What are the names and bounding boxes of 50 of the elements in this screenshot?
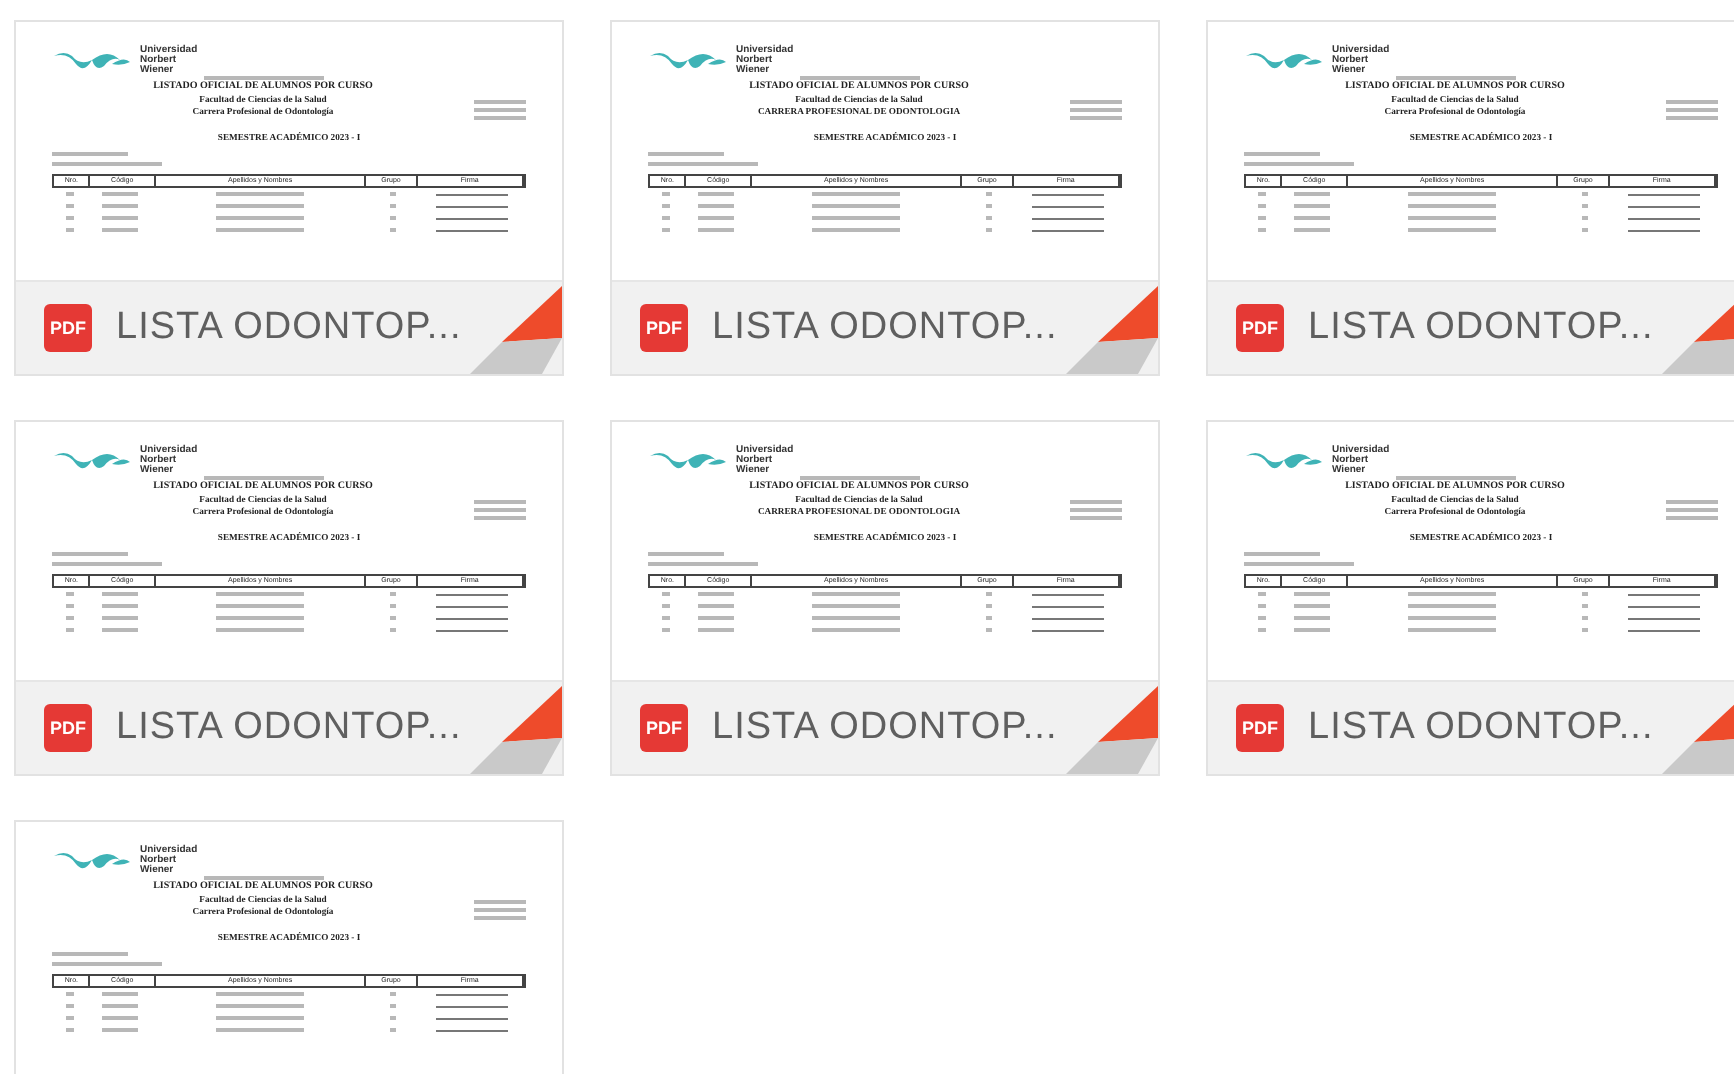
pdf-badge: PDF xyxy=(1236,704,1284,752)
signature-line xyxy=(1032,217,1105,219)
signature-line xyxy=(436,1005,509,1007)
file-card[interactable] xyxy=(14,20,564,376)
file-name: LISTA ODONTOP... xyxy=(712,306,1058,350)
signature-line xyxy=(1628,205,1701,207)
signature-line xyxy=(1032,629,1105,631)
signature-line xyxy=(1032,605,1105,607)
signature-line xyxy=(436,205,509,207)
page-curl-icon xyxy=(470,686,562,774)
signature-line xyxy=(1628,193,1701,195)
signature-line xyxy=(1032,617,1105,619)
signature-line xyxy=(1628,605,1701,607)
signature-line xyxy=(1032,229,1105,231)
file-card[interactable] xyxy=(610,420,1160,776)
pdf-badge: PDF xyxy=(1236,304,1284,352)
signature-line xyxy=(1628,217,1701,219)
signature-line xyxy=(436,617,509,619)
signature-line xyxy=(436,193,509,195)
signature-line xyxy=(1628,229,1701,231)
file-name: LISTA ODONTOP... xyxy=(116,706,462,750)
signature-line xyxy=(436,605,509,607)
signature-line xyxy=(436,629,509,631)
file-name: LISTA ODONTOP... xyxy=(1308,306,1654,350)
pdf-badge: PDF xyxy=(640,304,688,352)
file-name: LISTA ODONTOP... xyxy=(116,306,462,350)
signature-line xyxy=(436,593,509,595)
signature-line xyxy=(436,993,509,995)
pdf-badge: PDF xyxy=(44,304,92,352)
signature-line xyxy=(436,1029,509,1031)
signature-line xyxy=(1032,205,1105,207)
signature-line xyxy=(436,217,509,219)
signature-line xyxy=(436,1017,509,1019)
signature-line xyxy=(1628,593,1701,595)
page-curl-icon xyxy=(1066,286,1158,374)
file-card[interactable] xyxy=(1206,420,1734,776)
signature-line xyxy=(1032,193,1105,195)
pdf-badge: PDF xyxy=(640,704,688,752)
file-name: LISTA ODONTOP... xyxy=(1308,706,1654,750)
file-card[interactable] xyxy=(610,20,1160,376)
page-curl-icon xyxy=(1066,686,1158,774)
file-card[interactable] xyxy=(1206,20,1734,376)
file-card[interactable] xyxy=(14,420,564,776)
pdf-badge: PDF xyxy=(44,704,92,752)
signature-line xyxy=(1032,593,1105,595)
signature-line xyxy=(1628,617,1701,619)
signature-line xyxy=(436,229,509,231)
file-name: LISTA ODONTOP... xyxy=(712,706,1058,750)
signature-line xyxy=(1628,629,1701,631)
page-curl-icon xyxy=(470,286,562,374)
